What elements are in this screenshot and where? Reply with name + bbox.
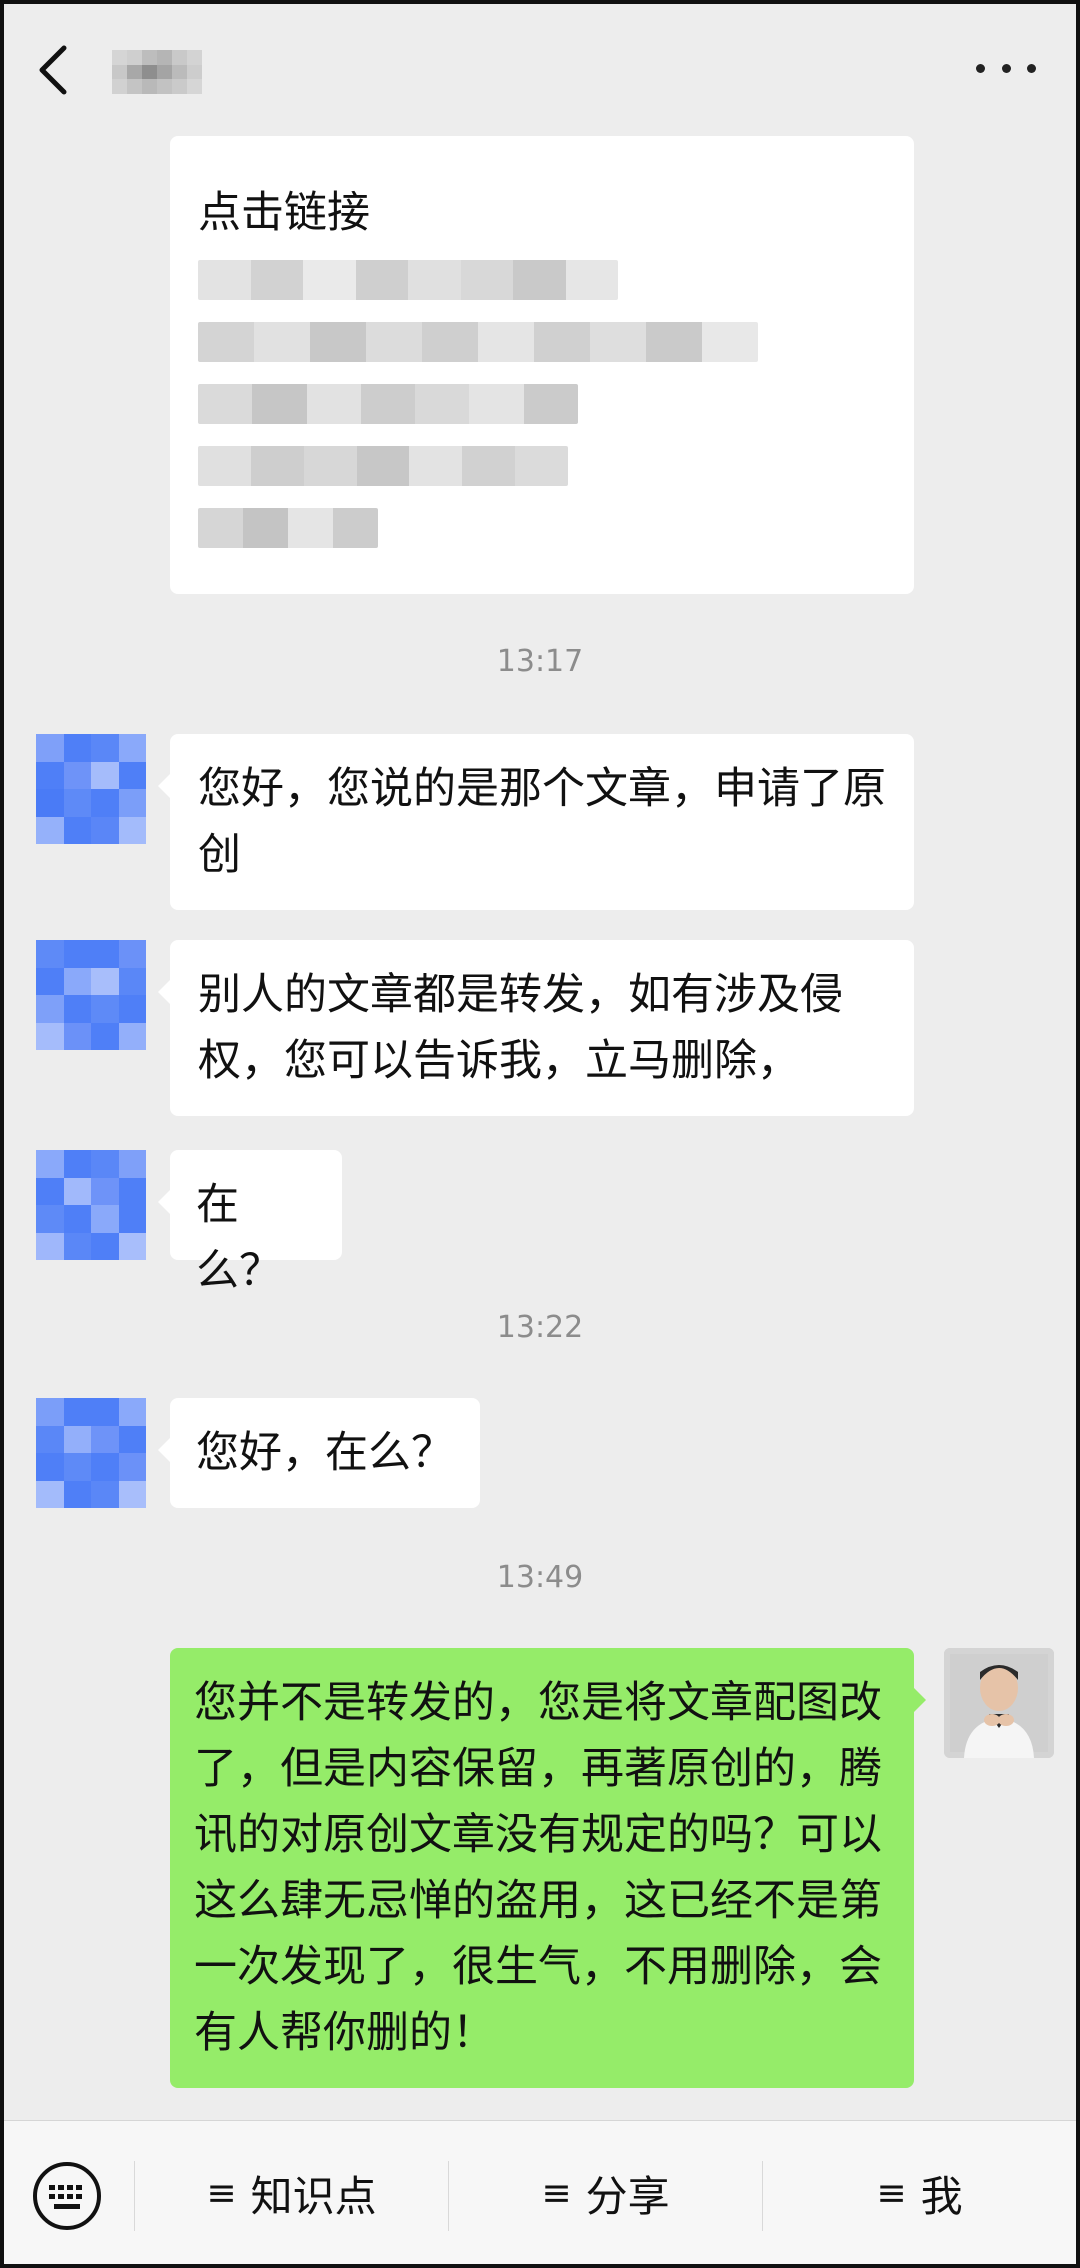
- self-message-bubble[interactable]: 您并不是转发的，您是将文章配图改了，但是内容保留，再著原创的，腾讯的对原创文章没…: [170, 1648, 926, 2088]
- chevron-left-icon: [39, 45, 67, 95]
- bottom-menu-bar: ≡ 知识点 ≡ 分享 ≡ 我: [4, 2120, 1076, 2264]
- menu-label: 分享: [585, 2171, 670, 2221]
- message-bubble[interactable]: 在么？: [158, 1150, 342, 1296]
- menu-lines-icon: ≡: [876, 2172, 907, 2214]
- message-bubble[interactable]: 您好，在么？: [158, 1398, 480, 1508]
- menu-item-me[interactable]: ≡ 我: [763, 2121, 1076, 2264]
- message-text: 别人的文章都是转发，如有涉及侵权，您可以告诉我，立马删除，: [198, 970, 843, 1086]
- message-text: 点击链接: [198, 188, 370, 238]
- message-text: 您并不是转发的，您是将文章配图改了，但是内容保留，再著原创的，腾讯的对原创文章没…: [194, 1678, 882, 2058]
- chat-header: [4, 4, 1076, 132]
- message-bubble[interactable]: 您好，您说的是那个文章，申请了原创: [158, 734, 914, 910]
- contact-avatar[interactable]: [36, 1150, 146, 1260]
- message-bubble[interactable]: 别人的文章都是转发，如有涉及侵权，您可以告诉我，立马删除，: [158, 940, 914, 1116]
- menu-item-share[interactable]: ≡ 分享: [449, 2121, 762, 2264]
- menu-item-knowledge[interactable]: ≡ 知识点: [135, 2121, 448, 2264]
- contact-name: [112, 50, 202, 94]
- menu-lines-icon: ≡: [206, 2172, 237, 2214]
- menu-lines-icon: ≡: [541, 2172, 572, 2214]
- timestamp: 13:49: [496, 1560, 584, 1595]
- contact-avatar[interactable]: [36, 734, 146, 844]
- blurred-name: [112, 50, 202, 94]
- more-dots-icon: [976, 63, 985, 73]
- more-button[interactable]: [976, 44, 1036, 92]
- back-button[interactable]: [34, 40, 84, 100]
- chat-screen: 点击链接 13:17 您好，您说的是那个文章，申请了原创 别人的文章都是转发，如…: [0, 0, 1080, 2268]
- blurred-text-block: [198, 260, 886, 548]
- keyboard-button[interactable]: [32, 2161, 102, 2231]
- message-text: 在么？: [196, 1180, 282, 1296]
- contact-avatar[interactable]: [36, 940, 146, 1050]
- message-text: 您好，在么？: [196, 1428, 454, 1478]
- menu-label: 知识点: [250, 2171, 377, 2221]
- person-photo-icon: [944, 1648, 1054, 1758]
- keyboard-icon: [33, 2162, 101, 2230]
- message-link-card[interactable]: 点击链接: [170, 136, 914, 594]
- message-text: 您好，您说的是那个文章，申请了原创: [198, 764, 886, 880]
- timestamp: 13:17: [496, 644, 584, 679]
- self-avatar[interactable]: [944, 1648, 1054, 1758]
- contact-avatar[interactable]: [36, 1398, 146, 1508]
- menu-label: 我: [920, 2171, 963, 2221]
- timestamp: 13:22: [496, 1310, 584, 1345]
